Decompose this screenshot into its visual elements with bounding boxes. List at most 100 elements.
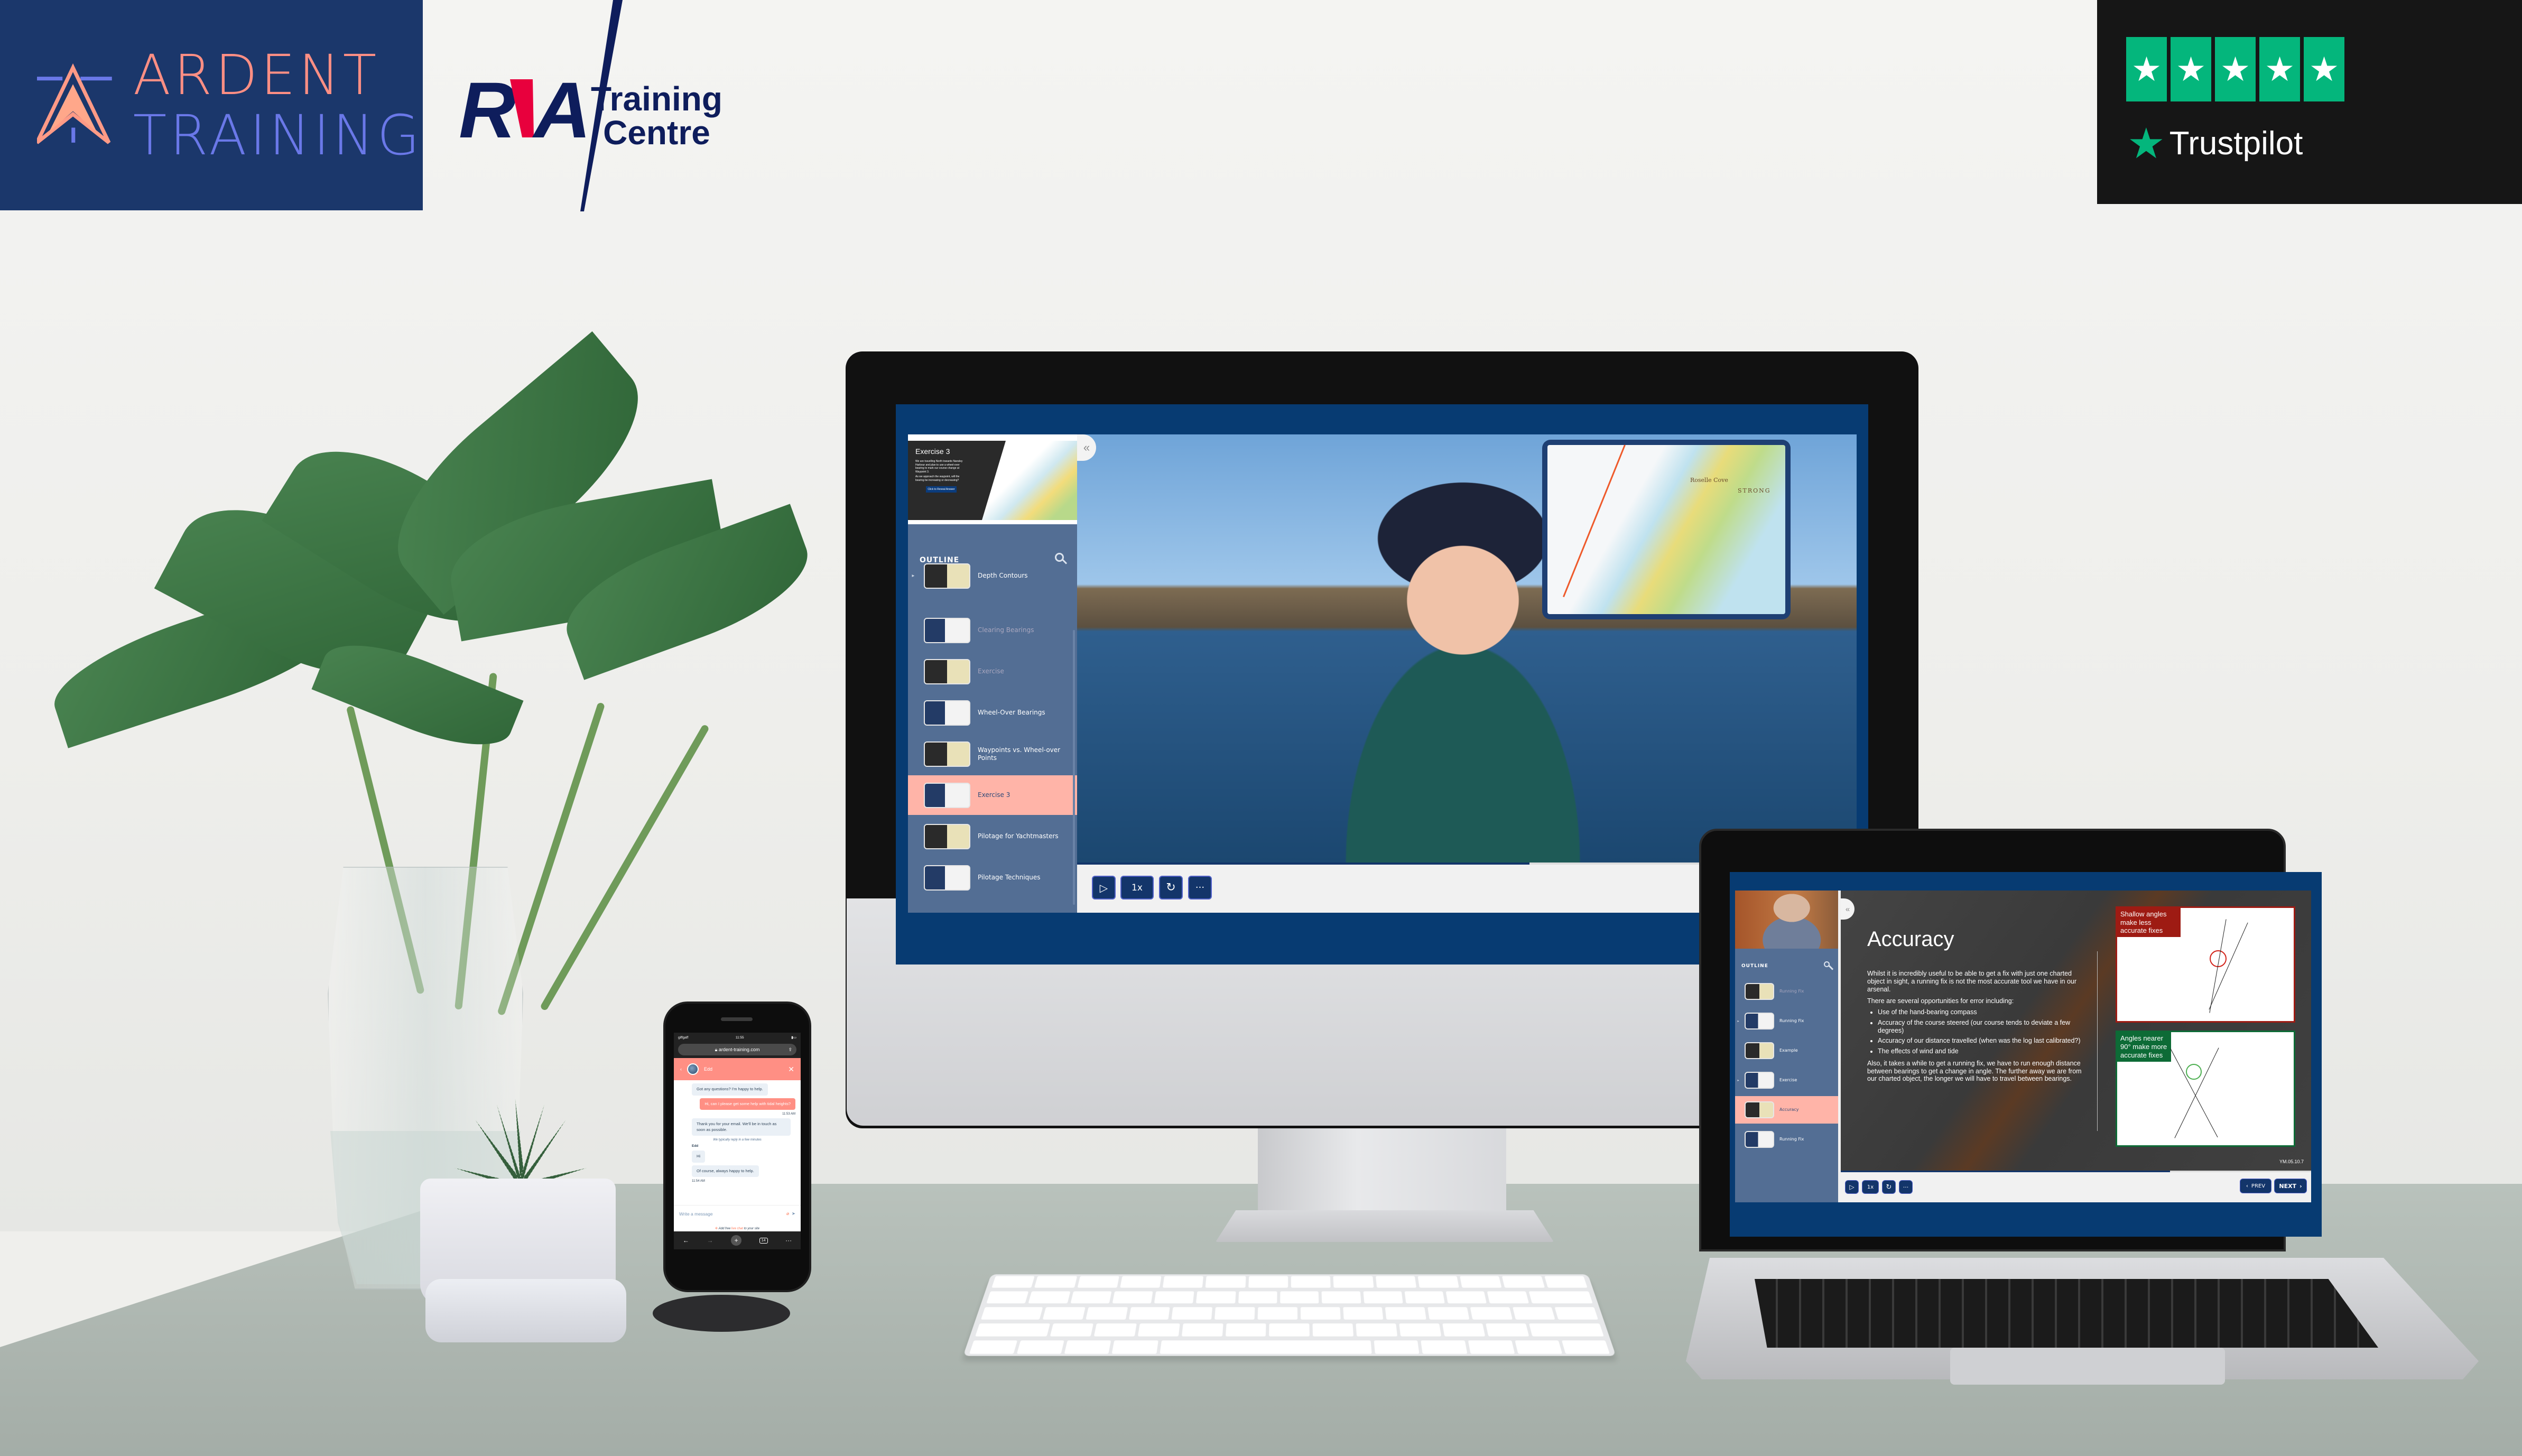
trustpilot-rating: ★ ★ ★ ★ ★ (2126, 37, 2344, 101)
thumb-title: Exercise 3 (915, 447, 950, 456)
pot-saucer (425, 1279, 626, 1342)
presenter-video[interactable] (1735, 891, 1838, 949)
back-icon[interactable]: ← (683, 1237, 689, 1244)
slide-body: Whilst it is incredibly useful to be abl… (1867, 970, 2087, 1083)
star-icon: ★ (2259, 37, 2300, 101)
outline-thumbnail (924, 823, 970, 849)
message-placeholder: Write a message (679, 1211, 713, 1217)
playback-speed-button[interactable]: 1x (1862, 1180, 1879, 1194)
chat-close-icon[interactable]: ✕ (788, 1065, 794, 1074)
callout-shallow-angles: Shallow angles make less accurate fixes (2117, 908, 2181, 937)
outline-item[interactable]: ▸ Depth Contours (908, 556, 1077, 596)
outline-item[interactable]: Accuracy (1735, 1096, 1838, 1124)
more-icon[interactable]: ··· (785, 1237, 792, 1244)
outline-item[interactable]: Running Fix (1735, 978, 1838, 1005)
forward-icon[interactable]: → (707, 1237, 713, 1244)
tabs-count-button[interactable]: 14 (759, 1237, 768, 1244)
imac-stand-foot (1216, 1210, 1554, 1242)
current-slide-thumbnail[interactable]: Exercise 3 We are travelling North towar… (908, 434, 1077, 524)
ardent-wordmark-top: ARDENT (133, 43, 380, 107)
outline-item[interactable]: Example (1735, 1037, 1838, 1064)
send-icon[interactable]: ➤ (792, 1211, 795, 1216)
wireless-keyboard (963, 1274, 1616, 1356)
message-input[interactable]: Write a message ⌀ ➤ (674, 1205, 801, 1222)
more-options-button[interactable]: ··· (1188, 876, 1212, 899)
svg-text:A: A (532, 66, 591, 154)
trustpilot-star-icon: ★ (2127, 120, 2165, 167)
more-options-button[interactable]: ··· (1899, 1180, 1913, 1194)
outline-item-label: Exercise 3 (978, 791, 1010, 799)
outline-item-label: Exercise (1779, 1078, 1797, 1082)
outline-item-label: Clearing Bearings (978, 626, 1034, 634)
search-icon[interactable] (1824, 961, 1830, 967)
outline-thumbnail (924, 659, 970, 684)
expand-arrow-icon[interactable]: ▸ (912, 573, 915, 579)
slide-divider (2097, 951, 2098, 1131)
collapse-sidebar-button[interactable]: « (1077, 434, 1096, 461)
callout-perpendicular-angles: Angles nearer 90° make more accurate fix… (2117, 1032, 2171, 1062)
bearing-line (2174, 1047, 2219, 1138)
outline-thumbnail (1745, 983, 1774, 1000)
carrier-label: giffgaff (678, 1035, 689, 1040)
ardent-training-logo: ARDENT TRAINING (0, 0, 423, 210)
chat-message-agent: Hi (692, 1151, 706, 1163)
playback-speed-button[interactable]: 1x (1120, 876, 1154, 899)
outline-item[interactable]: Waypoints vs. Wheel-over Points (908, 734, 1077, 774)
outline-item[interactable]: Exercise 3 (908, 775, 1077, 815)
thumb-body: As we approach the waypoint, will the be… (915, 475, 960, 482)
chart-place-label: Roselle Cove (1690, 477, 1728, 484)
slide-closing: Also, it takes a while to get a running … (1867, 1059, 2082, 1083)
new-tab-icon[interactable]: + (731, 1235, 742, 1246)
video-frame[interactable]: Roselle Cove STRONG « (1077, 434, 1857, 863)
agent-avatar (687, 1063, 699, 1075)
outline-item[interactable]: ▸ Exercise (1735, 1067, 1838, 1094)
course-sidebar: Exercise 3 We are travelling North towar… (908, 434, 1077, 913)
phone-status-bar: giffgaff 11:55 ▮▭ (674, 1033, 801, 1042)
outline-thumbnail (1745, 1072, 1774, 1089)
ardent-arrow-icon (37, 63, 112, 144)
replay-button[interactable]: ↻ (1159, 876, 1183, 899)
replay-button[interactable]: ↻ (1882, 1180, 1896, 1194)
progress-track[interactable] (1841, 1171, 2311, 1172)
chat-back-icon[interactable]: ‹ (680, 1067, 682, 1072)
expand-arrow-icon[interactable]: ▸ (1738, 1019, 1739, 1023)
slide-lead: There are several opportunities for erro… (1867, 997, 2014, 1005)
reveal-answer-button[interactable]: Click to Reveal Answer (926, 486, 957, 493)
slide-bullet: Use of the hand-bearing compass (1878, 1008, 2087, 1016)
outline-item[interactable]: Wheel-Over Bearings (908, 693, 1077, 732)
chart-example-shallow: Shallow angles make less accurate fixes (2116, 906, 2295, 1023)
outline-scrollbar[interactable] (1073, 630, 1075, 905)
outline-item[interactable]: Running Fix (1735, 1126, 1838, 1153)
promo-link[interactable]: live chat (731, 1227, 743, 1230)
outline-thumbnail (924, 865, 970, 891)
chart-inset: Roselle Cove STRONG (1542, 440, 1791, 619)
address-bar[interactable]: 🔒︎ ardent-training.com ⇪ (674, 1042, 801, 1058)
play-button[interactable]: ▷ (1845, 1180, 1859, 1194)
laptop-keyboard (1755, 1279, 2378, 1348)
ardent-wordmark-bottom: TRAINING (133, 103, 423, 168)
trustpilot-badge[interactable]: ★ ★ ★ ★ ★ ★ Trustpilot (2097, 0, 2522, 204)
outline-item[interactable]: Pilotage Techniques (908, 858, 1077, 897)
star-icon: ★ (2304, 37, 2344, 101)
outline-item[interactable]: Clearing Bearings (908, 610, 1077, 650)
live-chat-promo[interactable]: ✲ Add free live chat to your site (674, 1227, 801, 1230)
slide-intro: Whilst it is incredibly useful to be abl… (1867, 970, 2077, 993)
outline-item[interactable]: Exercise (908, 652, 1077, 691)
next-button[interactable]: NEXT › (2274, 1179, 2307, 1193)
url-text: ardent-training.com (718, 1047, 760, 1052)
smartphone: giffgaff 11:55 ▮▭ 🔒︎ ardent-training.com… (663, 1001, 811, 1292)
prev-button[interactable]: ‹ PREV (2240, 1179, 2271, 1193)
outline-item[interactable]: Pilotage for Yachtmasters (908, 817, 1077, 856)
phone-dock (653, 1295, 790, 1332)
expand-arrow-icon[interactable]: ▸ (1738, 1078, 1739, 1082)
play-button[interactable]: ▷ (1092, 876, 1116, 899)
attachment-icon[interactable]: ⌀ (786, 1211, 789, 1216)
rya-training-centre-label: Training Centre (591, 82, 722, 150)
outline-item-label: Running Fix (1779, 989, 1804, 994)
rya-line-1: Training (591, 80, 722, 118)
laptop-trackpad (1950, 1348, 2225, 1385)
outline-item[interactable]: ▸ Running Fix (1735, 1007, 1838, 1035)
collapse-sidebar-button[interactable]: « (1841, 898, 1855, 920)
share-icon[interactable]: ⇪ (788, 1047, 792, 1053)
rya-line-2: Centre (603, 114, 710, 152)
